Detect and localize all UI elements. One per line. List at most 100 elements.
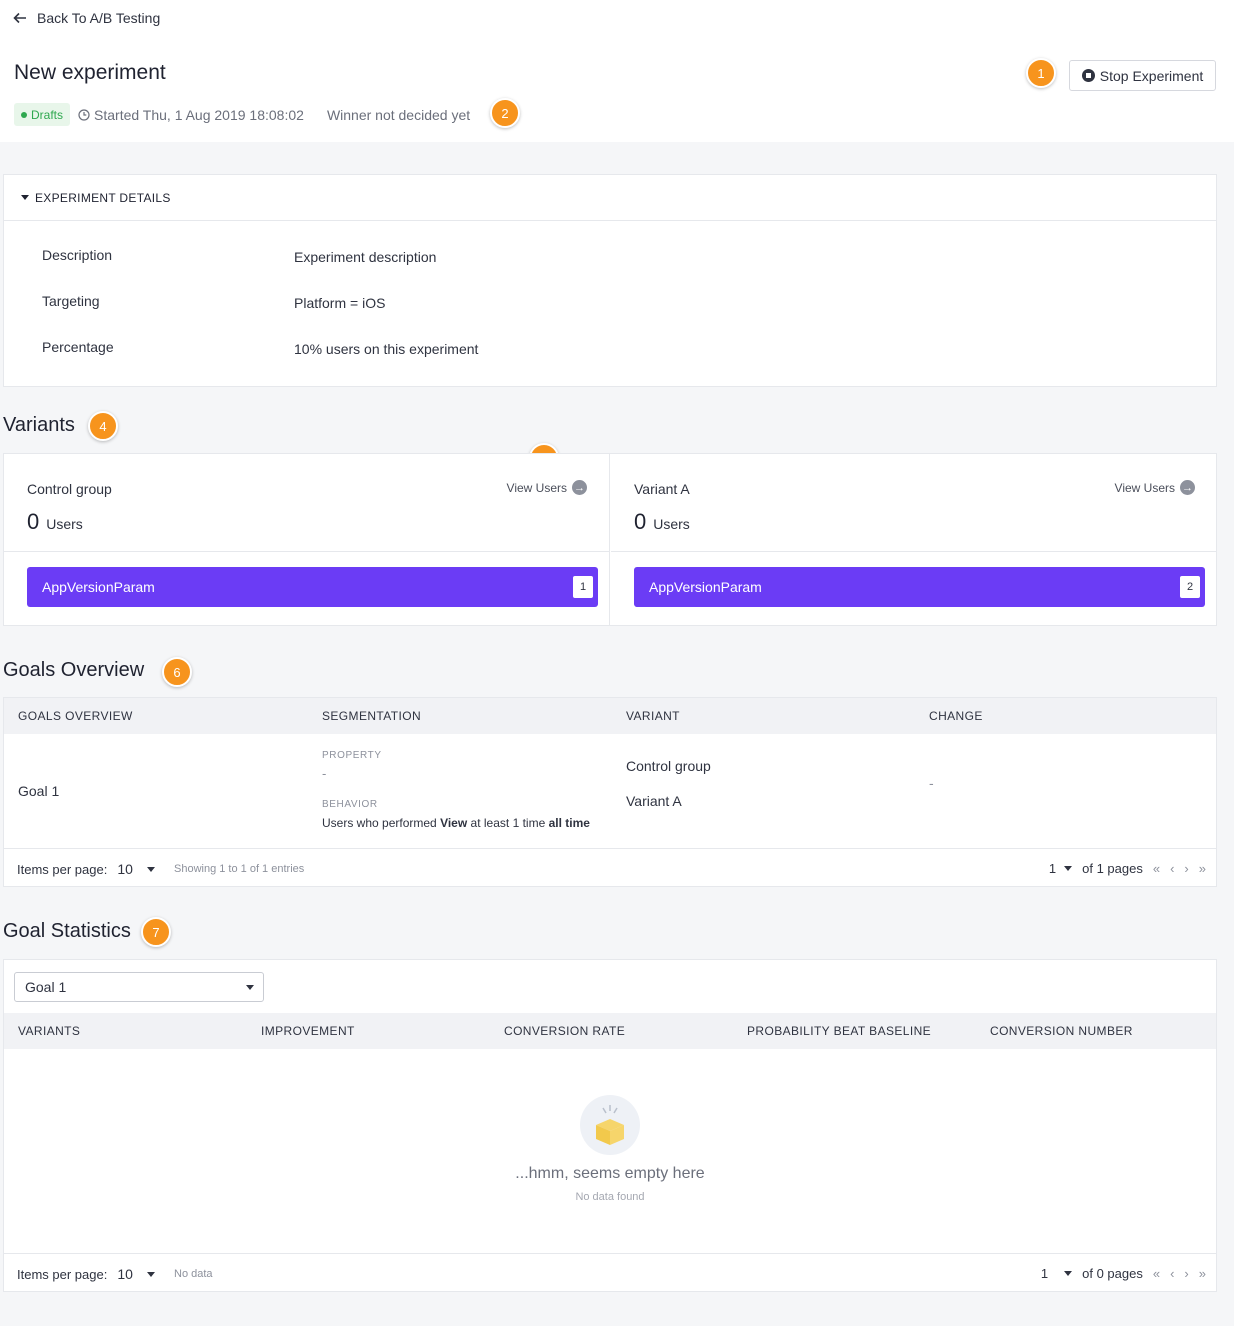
view-users-label: View Users — [1114, 480, 1175, 495]
experiment-details-card: EXPERIMENT DETAILS Description Experimen… — [3, 174, 1217, 387]
stop-experiment-label: Stop Experiment — [1099, 67, 1204, 84]
column-header-conversion-number: CONVERSION NUMBER — [990, 1024, 1133, 1038]
empty-state-title: ...hmm, seems empty here — [515, 1165, 705, 1182]
stop-experiment-button[interactable]: Stop Experiment — [1069, 60, 1216, 91]
view-users-link[interactable]: View Users → — [1115, 480, 1195, 495]
property-label: PROPERTY — [322, 750, 382, 761]
first-page-icon[interactable]: « — [1153, 1266, 1160, 1281]
last-page-icon[interactable]: » — [1199, 861, 1206, 876]
started-time: Started Thu, 1 Aug 2019 18:08:02 — [78, 107, 304, 123]
goals-overview-table: GOALS OVERVIEW SEGMENTATION VARIANT CHAN… — [3, 697, 1217, 887]
caret-down-icon — [1064, 1271, 1073, 1276]
percentage-value: 10% users on this experiment — [294, 341, 479, 357]
arrow-right-circle-icon: → — [572, 480, 587, 495]
arrow-right-circle-icon: → — [1180, 480, 1195, 495]
parameter-name: AppVersionParam — [649, 579, 762, 595]
column-header-variant: VARIANT — [626, 709, 680, 723]
goal-statistics-title: Goal Statistics — [3, 920, 131, 942]
variant-users: 0 Users — [27, 509, 83, 535]
page-select[interactable]: 1 — [1041, 1266, 1073, 1281]
next-page-icon[interactable]: › — [1184, 1266, 1188, 1281]
experiment-meta: Drafts Started Thu, 1 Aug 2019 18:08:02 … — [14, 103, 470, 126]
callout-marker-1: 1 — [1026, 58, 1056, 88]
description-label: Description — [42, 247, 113, 263]
last-page-icon[interactable]: » — [1199, 1266, 1206, 1281]
description-value: Experiment description — [294, 249, 437, 265]
behavior-event: View — [440, 816, 468, 830]
goals-overview-title: Goals Overview — [3, 659, 145, 681]
variant-a: Variant A — [626, 793, 682, 809]
page-controls: 1 of 0 pages « ‹ › » — [1041, 1266, 1206, 1281]
back-link[interactable]: Back To A/B Testing — [13, 10, 160, 26]
items-per-page-value: 10 — [117, 861, 133, 877]
caret-down-icon — [146, 866, 155, 872]
parameter-name: AppVersionParam — [42, 579, 155, 595]
items-per-page[interactable]: Items per page: 10 — [17, 1266, 155, 1282]
prev-page-icon[interactable]: ‹ — [1170, 1266, 1174, 1281]
entries-summary: Showing 1 to 1 of 1 entries — [174, 863, 305, 875]
behavior-timeframe: all time — [548, 816, 590, 830]
first-page-icon[interactable]: « — [1153, 861, 1160, 876]
table-header: VARIANTS IMPROVEMENT CONVERSION RATE PRO… — [4, 1013, 1216, 1049]
items-per-page[interactable]: Items per page: 10 — [17, 861, 155, 877]
goals-pagination: Items per page: 10 Showing 1 to 1 of 1 e… — [4, 848, 1216, 888]
variant-users-count: 0 — [634, 509, 647, 534]
items-per-page-label: Items per page: — [17, 861, 108, 877]
view-users-label: View Users — [506, 480, 567, 495]
behavior-label: BEHAVIOR — [322, 799, 378, 810]
property-value: - — [322, 766, 327, 781]
empty-box-icon — [580, 1095, 640, 1155]
parameter-number: 1 — [573, 576, 593, 598]
table-header: GOALS OVERVIEW SEGMENTATION VARIANT CHAN… — [4, 698, 1216, 734]
variant-name: Control group — [27, 481, 112, 497]
variant-users-label: Users — [653, 516, 690, 532]
parameter-bar[interactable]: AppVersionParam 2 — [634, 567, 1205, 607]
column-header-conversion-rate: CONVERSION RATE — [504, 1024, 626, 1038]
page-number: 1 — [1048, 861, 1057, 876]
winner-status: Winner not decided yet — [326, 106, 471, 123]
caret-down-icon — [146, 1271, 155, 1277]
behavior-value: Users who performed View at least 1 time… — [322, 816, 590, 830]
view-users-link[interactable]: View Users → — [507, 480, 587, 495]
clock-icon — [78, 108, 90, 121]
items-per-page-label: Items per page: — [17, 1266, 108, 1282]
experiment-details-toggle[interactable]: EXPERIMENT DETAILS — [4, 175, 1216, 221]
divider — [4, 551, 609, 552]
next-page-icon[interactable]: › — [1184, 861, 1188, 876]
caret-down-icon — [246, 985, 254, 990]
callout-marker-7: 7 — [141, 917, 171, 947]
variant-users-count: 0 — [27, 509, 40, 534]
entries-summary: No data — [174, 1268, 213, 1280]
prev-page-icon[interactable]: ‹ — [1170, 861, 1174, 876]
arrow-left-icon — [13, 12, 26, 24]
status-badge: Drafts — [14, 103, 71, 126]
variant-name: Variant A — [634, 481, 690, 497]
stop-icon — [1081, 69, 1095, 82]
goal-name: Goal 1 — [18, 783, 60, 799]
goal-select-value: Goal 1 — [25, 979, 67, 995]
goal-select[interactable]: Goal 1 — [14, 972, 264, 1002]
variant-users-label: Users — [46, 516, 83, 532]
column-header-goals-overview: GOALS OVERVIEW — [18, 709, 133, 723]
experiment-details-heading: EXPERIMENT DETAILS — [35, 190, 171, 205]
variant-control-group: Control group — [626, 758, 711, 774]
status-dot — [21, 111, 27, 118]
column-header-segmentation: SEGMENTATION — [322, 709, 422, 723]
empty-state-subtitle: No data found — [575, 1191, 645, 1203]
column-header-change: CHANGE — [929, 709, 983, 723]
page-controls: 1 of 1 pages « ‹ › » — [1049, 861, 1206, 876]
page-select[interactable]: 1 — [1048, 861, 1073, 876]
change-value: - — [929, 775, 934, 791]
pages-total: of 1 pages — [1082, 861, 1143, 876]
page-title: New experiment — [14, 61, 166, 84]
caret-down-icon — [1064, 866, 1073, 871]
status-badge-label: Drafts — [31, 107, 64, 122]
back-link-label: Back To A/B Testing — [37, 10, 161, 26]
pages-total: of 0 pages — [1082, 1266, 1143, 1281]
parameter-bar[interactable]: AppVersionParam 1 — [27, 567, 598, 607]
variant-card-control: Control group 0 Users View Users → AppVe… — [4, 454, 610, 625]
variant-users: 0 Users — [634, 509, 690, 535]
items-per-page-value: 10 — [117, 1266, 133, 1282]
callout-marker-2: 2 — [490, 98, 520, 128]
started-label: Started Thu, 1 Aug 2019 18:08:02 — [94, 106, 304, 123]
